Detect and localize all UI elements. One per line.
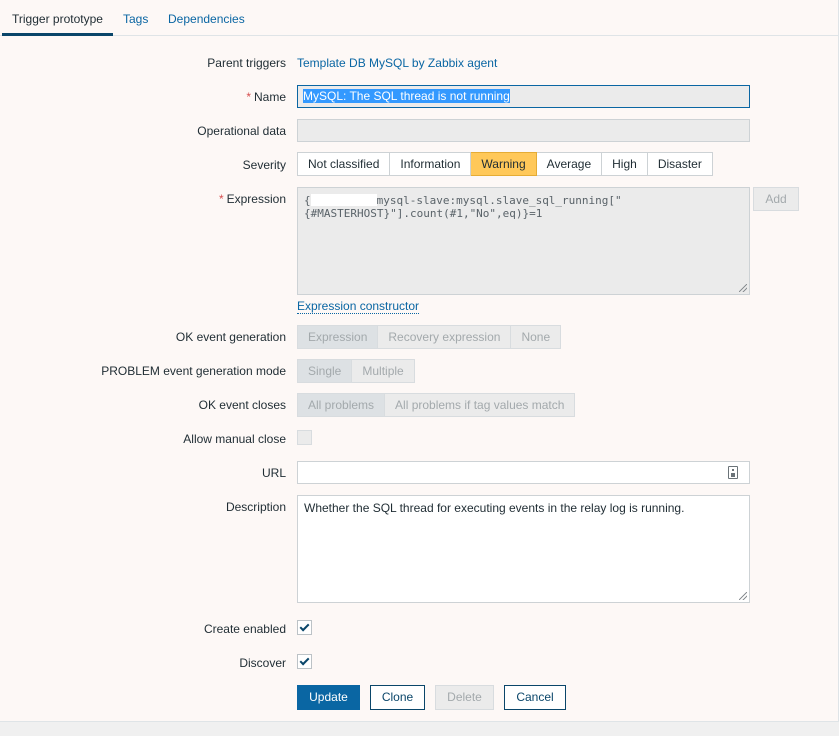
name-label: * Name [246, 90, 286, 104]
severity-selector: Not classified Information Warning Avera… [297, 152, 713, 176]
ok-gen-expression[interactable]: Expression [297, 325, 379, 349]
expression-line2: {#MASTERHOST}"].count(#1,"No",eq)}=1 [304, 207, 543, 220]
operational-data-input[interactable] [297, 119, 750, 142]
update-button[interactable]: Update [297, 685, 360, 710]
problem-mode-selector: Single Multiple [297, 359, 415, 383]
tab-dependencies[interactable]: Dependencies [168, 0, 245, 36]
tab-tags[interactable]: Tags [123, 0, 148, 36]
expression-line1-start: { [304, 194, 311, 207]
ok-event-closes-selector: All problems All problems if tag values … [297, 393, 576, 417]
create-enabled-label: Create enabled [203, 622, 286, 636]
expression-constructor-link[interactable]: Expression constructor [297, 299, 420, 314]
url-label: URL [261, 466, 286, 480]
ok-gen-none[interactable]: None [511, 325, 562, 349]
allow-manual-close-label: Allow manual close [183, 432, 286, 446]
ok-event-generation-selector: Expression Recovery expression None [297, 325, 562, 349]
resize-handle-icon[interactable] [739, 284, 747, 292]
severity-label: Severity [242, 158, 286, 172]
discover-label: Discover [239, 656, 286, 670]
problem-mode-single[interactable]: Single [297, 359, 353, 383]
description-value: Whether the SQL thread for executing eve… [304, 501, 685, 515]
description-textarea[interactable]: Whether the SQL thread for executing eve… [297, 495, 750, 603]
problem-mode-multiple[interactable]: Multiple [352, 359, 415, 383]
expression-label: * Expression [219, 192, 286, 206]
expression-line1-rest: mysql-slave:mysql.slave_sql_running[" [376, 194, 622, 207]
allow-manual-close-checkbox[interactable] [297, 430, 312, 445]
add-expression-button[interactable]: Add [753, 187, 799, 211]
ok-closes-all-problems[interactable]: All problems [297, 393, 386, 417]
trigger-prototype-form-panel: Trigger prototype Tags Dependencies Pare… [0, 0, 839, 722]
description-label: Description [225, 500, 286, 514]
macro-icon[interactable] [728, 466, 738, 479]
ok-event-closes-label: OK event closes [198, 398, 286, 412]
operational-data-label: Operational data [197, 124, 286, 138]
create-enabled-checkbox[interactable] [297, 620, 312, 635]
cancel-button[interactable]: Cancel [504, 685, 566, 710]
expression-textarea[interactable]: { mysql-slave:mysql.slave_sql_running[" {… [297, 187, 750, 295]
resize-handle-icon[interactable] [739, 592, 747, 600]
name-input-value: MySQL: The SQL thread is not running [303, 89, 510, 103]
severity-warning[interactable]: Warning [471, 152, 537, 176]
ok-gen-recovery-expression[interactable]: Recovery expression [378, 325, 512, 349]
delete-button[interactable]: Delete [435, 685, 494, 710]
severity-high[interactable]: High [602, 152, 648, 176]
checkmark-icon [299, 655, 310, 666]
severity-information[interactable]: Information [390, 152, 472, 176]
required-mark: * [218, 192, 224, 206]
parent-triggers-label: Parent triggers [207, 56, 286, 70]
redacted-host [310, 194, 377, 206]
severity-average[interactable]: Average [536, 152, 603, 176]
severity-not-classified[interactable]: Not classified [297, 152, 391, 176]
parent-trigger-link[interactable]: Template DB MySQL by Zabbix agent [297, 56, 497, 70]
url-input[interactable] [297, 461, 750, 484]
tab-trigger-prototype[interactable]: Trigger prototype [2, 0, 113, 36]
discover-checkbox[interactable] [297, 654, 312, 669]
ok-closes-tag-match[interactable]: All problems if tag values match [385, 393, 576, 417]
checkmark-icon [299, 621, 310, 632]
clone-button[interactable]: Clone [370, 685, 425, 710]
ok-event-generation-label: OK event generation [175, 330, 286, 344]
problem-mode-label: PROBLEM event generation mode [101, 364, 286, 378]
tab-bar: Trigger prototype Tags Dependencies [0, 0, 839, 36]
severity-disaster[interactable]: Disaster [647, 152, 713, 176]
required-mark: * [246, 90, 251, 104]
name-label-text: Name [253, 90, 286, 104]
name-input[interactable]: MySQL: The SQL thread is not running [297, 85, 750, 108]
expression-label-text: Expression [226, 192, 286, 206]
